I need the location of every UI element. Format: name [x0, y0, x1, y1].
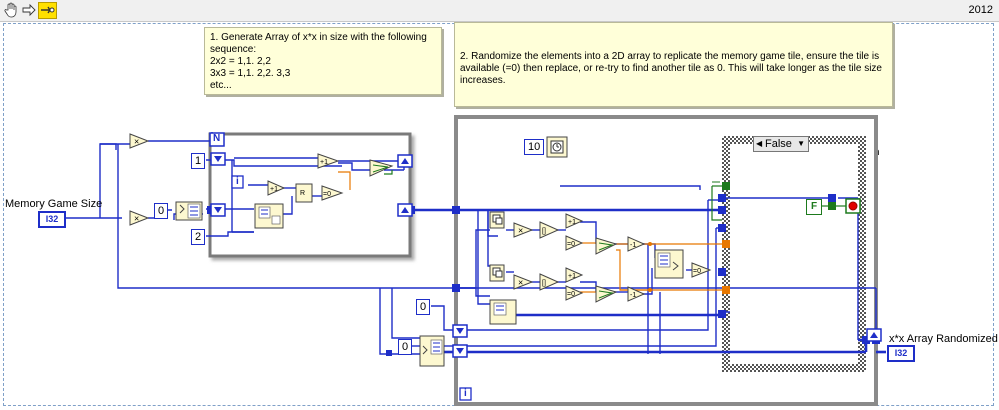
svg-text:×: × — [518, 226, 523, 236]
svg-text:=0: =0 — [567, 291, 575, 298]
zero-constant-3[interactable]: 0 — [398, 339, 413, 355]
svg-text:?: ? — [724, 184, 728, 191]
svg-text:×: × — [134, 214, 139, 224]
svg-text:=0: =0 — [323, 191, 331, 198]
memory-game-size-label: Memory Game Size — [5, 198, 103, 210]
random-number-node-2[interactable] — [489, 264, 505, 282]
svg-text:+1: +1 — [568, 219, 576, 226]
random-number-node-1[interactable] — [489, 211, 505, 229]
loop-count-label: N — [213, 133, 221, 144]
case-next-arrow-icon[interactable]: ▼ — [797, 137, 805, 151]
svg-text:+1: +1 — [270, 186, 278, 193]
index-array-node[interactable] — [654, 249, 684, 279]
output-array-label: x*x Array Randomized — [889, 333, 998, 345]
output-array-indicator[interactable]: I32 — [887, 345, 915, 362]
block-diagram: 2012 1. Generate Array of x*x in size wi… — [0, 0, 999, 410]
build-array-node-1[interactable] — [175, 201, 203, 221]
multiply-node-2[interactable]: × — [129, 210, 150, 226]
initialize-array-node-2[interactable] — [419, 335, 445, 367]
one-constant[interactable]: 1 — [191, 153, 206, 169]
svg-text:+1: +1 — [320, 159, 328, 166]
wait-ms-node[interactable] — [546, 136, 568, 158]
svg-text:×: × — [518, 278, 523, 288]
two-constant[interactable]: 2 — [191, 229, 206, 245]
svg-text:-1: -1 — [630, 242, 636, 249]
initialize-array-node[interactable] — [254, 203, 284, 229]
case-prev-arrow-icon[interactable]: ◀ — [756, 137, 762, 151]
case-selector-value: False — [765, 138, 792, 150]
svg-text:+1: +1 — [568, 273, 576, 280]
array-size-node[interactable] — [489, 299, 517, 325]
false-constant[interactable]: F — [806, 199, 822, 215]
svg-text:R: R — [300, 190, 305, 197]
stop-terminal[interactable] — [845, 198, 861, 214]
round-node[interactable]: R — [295, 183, 313, 203]
svg-text:[]: [] — [542, 280, 546, 287]
memory-game-size-type: I32 — [45, 214, 59, 224]
svg-text:×: × — [134, 137, 139, 147]
output-array-type: I32 — [894, 348, 908, 358]
multiply-node-1[interactable]: × — [129, 133, 150, 149]
zero-constant-1[interactable]: 0 — [154, 203, 169, 219]
iteration-label-loop1: i — [236, 176, 239, 187]
zero-constant-2[interactable]: 0 — [416, 299, 431, 315]
iteration-label-loop2: i — [464, 388, 467, 399]
svg-text:-1: -1 — [630, 292, 636, 299]
svg-text:[]: [] — [542, 228, 546, 235]
wiring-layer: × × +1 +1 =0 R × × [] [] +1 =0 +1 =0 -1 … — [64, 115, 886, 406]
case-selector[interactable]: ◀ False ▼ — [753, 136, 809, 152]
while-loop-find-tile[interactable] — [722, 136, 866, 372]
ten-ms-constant[interactable]: 10 — [524, 139, 545, 155]
memory-game-size-control[interactable]: I32 — [38, 211, 66, 228]
svg-text:=0: =0 — [567, 241, 575, 248]
svg-text:=0: =0 — [693, 268, 701, 275]
